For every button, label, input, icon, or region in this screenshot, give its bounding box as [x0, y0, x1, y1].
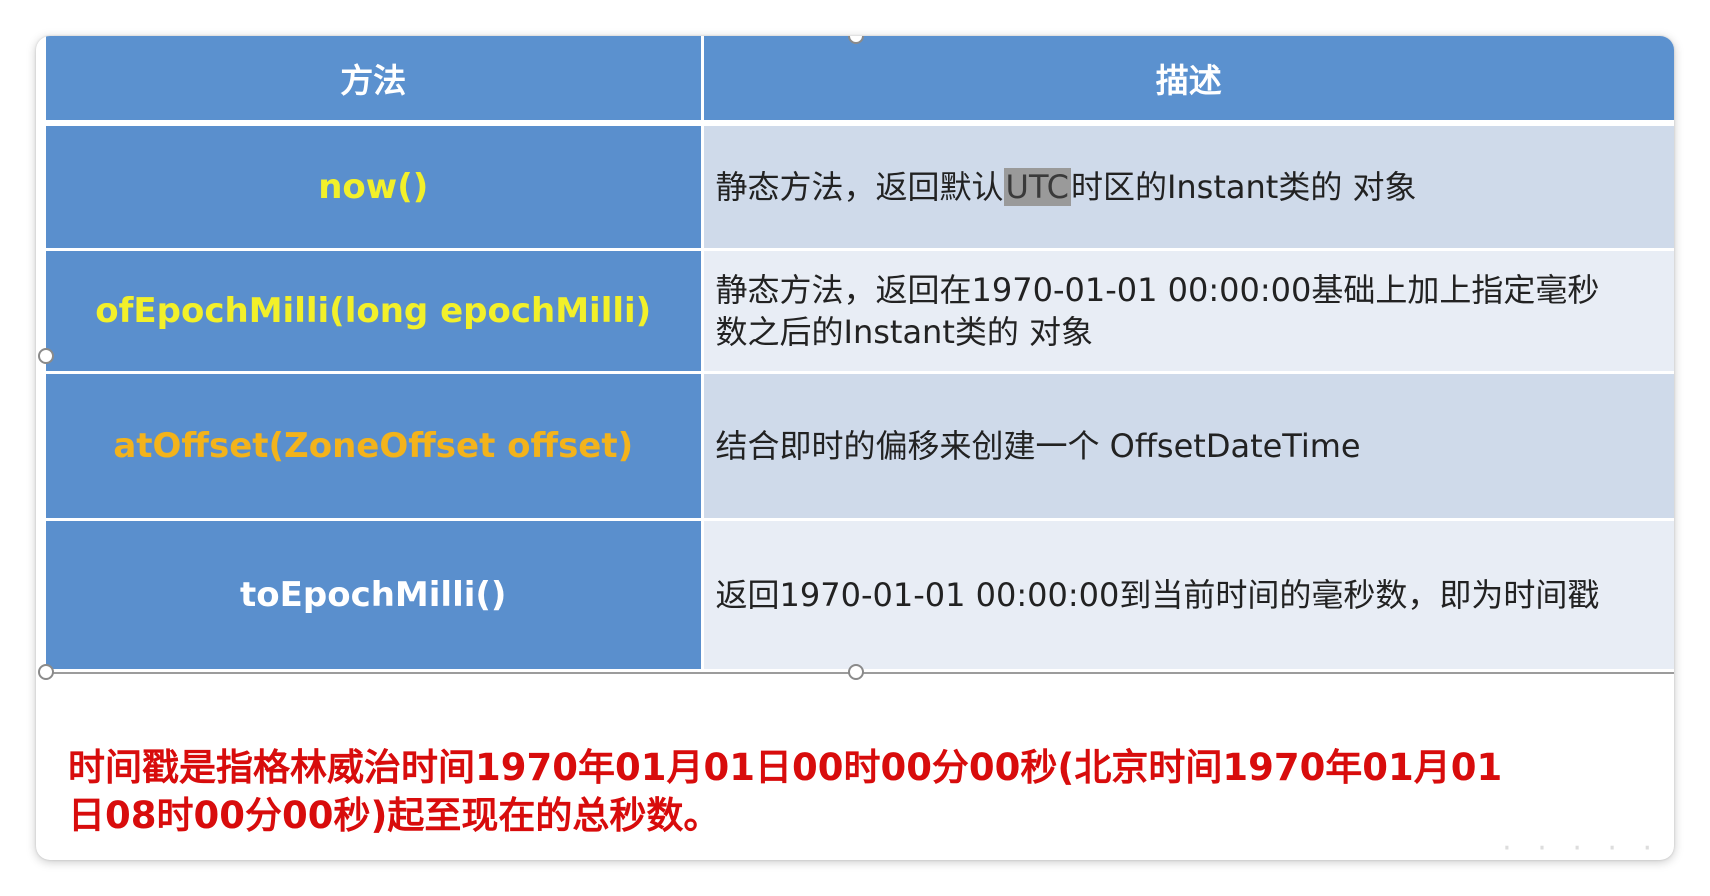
table-row: toEpochMilli() 返回1970-01-01 00:00:00到当前时… [46, 519, 1674, 672]
description-text: 静态方法，返回默认 [715, 168, 1004, 206]
method-cell: atOffset(ZoneOffset offset) [46, 372, 704, 521]
method-cell: ofEpochMilli(long epochMilli) [46, 249, 704, 374]
description-cell: 结合即时的偏移来创建一个 OffsetDateTime [702, 372, 1674, 521]
description-line: 静态方法，返回在1970-01-01 00:00:00基础上加上指定毫秒 [715, 271, 1600, 309]
table-row: atOffset(ZoneOffset offset) 结合即时的偏移来创建一个… [46, 372, 1674, 521]
method-cell: toEpochMilli() [46, 519, 704, 672]
note-line: 日08时00分00秒)起至现在的总秒数。 [68, 794, 721, 837]
table-row: now() 静态方法，返回默认UTC时区的Instant类的 对象 [46, 123, 1674, 251]
watermark-logo: · · · · · [1502, 831, 1660, 860]
resize-handle-middle-left[interactable] [38, 348, 54, 364]
resize-handle-bottom-left[interactable] [38, 664, 54, 680]
methods-table: 方法 描述 now() 静态方法，返回默认UTC时区的Instant类的 对象 … [46, 36, 1674, 672]
header-description: 描述 [702, 36, 1674, 123]
slide: 方法 描述 now() 静态方法，返回默认UTC时区的Instant类的 对象 … [36, 36, 1674, 860]
description-line: 数之后的Instant类的 对象 [715, 313, 1094, 351]
resize-handle-bottom-center[interactable] [848, 664, 864, 680]
methods-table-container[interactable]: 方法 描述 now() 静态方法，返回默认UTC时区的Instant类的 对象 … [46, 36, 1674, 674]
timestamp-note: 时间戳是指格林威治时间1970年01月01日00时00分00秒(北京时间1970… [68, 744, 1628, 840]
table-row: ofEpochMilli(long epochMilli) 静态方法，返回在19… [46, 249, 1674, 374]
description-text: 时区的Instant类的 对象 [1070, 168, 1417, 206]
selected-text-highlight[interactable]: UTC [1003, 168, 1071, 206]
description-cell: 静态方法，返回默认UTC时区的Instant类的 对象 [702, 123, 1674, 251]
method-cell: now() [46, 123, 704, 251]
note-line: 时间戳是指格林威治时间1970年01月01日00时00分00秒(北京时间1970… [68, 746, 1503, 789]
description-cell: 返回1970-01-01 00:00:00到当前时间的毫秒数，即为时间戳 [702, 519, 1674, 672]
header-method: 方法 [46, 36, 704, 123]
description-cell: 静态方法，返回在1970-01-01 00:00:00基础上加上指定毫秒 数之后的… [702, 249, 1674, 374]
table-header-row: 方法 描述 [46, 36, 1674, 123]
